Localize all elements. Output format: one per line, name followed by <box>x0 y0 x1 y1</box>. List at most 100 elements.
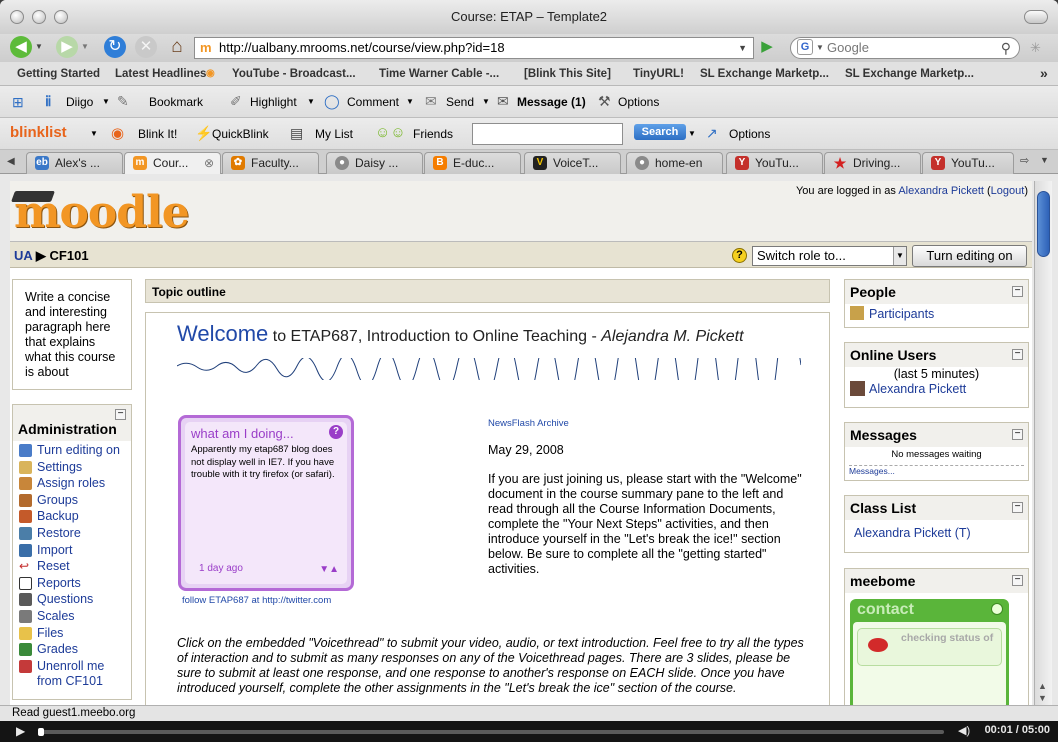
bookmark-item[interactable]: Latest Headlines <box>115 68 206 80</box>
page-scrollbar[interactable]: ▲ ▼ <box>1034 181 1052 705</box>
help-icon[interactable]: ? <box>732 248 747 263</box>
quickblink-button[interactable]: QuickBlink <box>212 127 269 141</box>
all-tabs-dropdown-icon[interactable]: ▼ <box>1040 155 1049 165</box>
sidebar-toggle-icon[interactable]: ⊞ <box>12 94 24 111</box>
back-arrow-icon[interactable]: ◀ <box>10 36 32 58</box>
collapse-block-icon[interactable]: − <box>1012 286 1023 297</box>
newsflash-archive-link[interactable]: NewsFlash Archive <box>488 416 806 431</box>
tab[interactable]: ● home-en <box>626 152 723 174</box>
admin-item-grades[interactable]: Grades <box>13 642 131 659</box>
twitter-follow-link[interactable]: follow ETAP687 at http://twitter.com <box>182 595 331 606</box>
home-icon[interactable]: ⌂ <box>166 36 188 58</box>
tab[interactable]: ● Daisy ... <box>326 152 423 174</box>
class-list-user-link[interactable]: Alexandra Pickett (T) <box>845 520 1028 546</box>
scroll-tabs-left-icon[interactable]: ◀ <box>7 156 15 167</box>
search-engine-icon[interactable]: G <box>797 39 813 55</box>
online-user-link[interactable]: Alexandra Pickett <box>845 381 1028 396</box>
blinklist-logo[interactable]: blinklist <box>10 124 67 141</box>
blinkit-button[interactable]: Blink It! <box>138 127 177 141</box>
volume-icon[interactable]: ◀) <box>958 724 970 737</box>
admin-item-assign-roles[interactable]: Assign roles <box>13 476 131 493</box>
scroll-up-arrow-icon[interactable]: ▲ <box>1038 681 1047 691</box>
tab-active[interactable]: m Cour... ⊗ <box>124 152 221 174</box>
back-history-dropdown-icon[interactable]: ▼ <box>35 42 43 51</box>
collapse-block-icon[interactable]: − <box>115 409 126 420</box>
blinklist-search-input[interactable] <box>472 123 623 145</box>
more-bookmarks-chevron-icon[interactable]: » <box>1040 65 1048 81</box>
admin-item-unenroll[interactable]: Unenroll me from CF101 <box>13 659 131 691</box>
collapse-block-icon[interactable]: − <box>1012 349 1023 360</box>
collapse-block-icon[interactable]: − <box>1012 575 1023 586</box>
admin-item-settings[interactable]: Settings <box>13 460 131 477</box>
search-dropdown-icon[interactable]: ▼ <box>688 129 696 138</box>
media-progress-track[interactable] <box>38 728 944 736</box>
messages-link[interactable]: Messages... <box>849 466 895 476</box>
collapse-block-icon[interactable]: − <box>1012 429 1023 440</box>
diigo-options-button[interactable]: Options <box>618 95 659 109</box>
play-icon[interactable]: ▶ <box>16 724 25 738</box>
bookmark-item[interactable]: YouTube - Broadcast... <box>232 68 356 80</box>
breadcrumb-home-link[interactable]: UA <box>14 248 32 263</box>
bookmark-item[interactable]: SL Exchange Marketp... <box>845 68 974 80</box>
close-tab-icon[interactable]: ⊗ <box>204 153 214 173</box>
bookmark-item[interactable]: TinyURL! <box>633 68 684 80</box>
go-arrow-icon[interactable]: ▶ <box>756 36 778 58</box>
bookmark-item[interactable]: [Blink This Site] <box>524 68 611 80</box>
search-engine-dropdown-icon[interactable]: ▼ <box>816 38 824 58</box>
admin-item-scales[interactable]: Scales <box>13 609 131 626</box>
participants-link[interactable]: Participants <box>845 304 1028 323</box>
diigo-brand[interactable]: Diigo <box>66 95 93 109</box>
scroll-down-arrow-icon[interactable]: ▼ <box>1038 693 1047 703</box>
admin-item-restore[interactable]: Restore <box>13 526 131 543</box>
highlight-dropdown-icon[interactable]: ▼ <box>307 97 315 106</box>
tab[interactable]: ★ Driving... <box>824 152 921 174</box>
diigo-menu-dropdown-icon[interactable]: ▼ <box>102 97 110 106</box>
diigo-comment-button[interactable]: Comment <box>347 95 399 109</box>
close-window-button[interactable] <box>10 10 24 24</box>
blinklist-options-button[interactable]: Options <box>729 127 770 141</box>
tab[interactable]: Y YouTu... <box>922 152 1014 174</box>
diigo-logo-icon[interactable]: ⅱ <box>45 93 51 110</box>
tab[interactable]: eb Alex's ... <box>26 152 123 174</box>
admin-item-reports[interactable]: Reports <box>13 576 131 593</box>
scroll-tabs-right-icon[interactable]: ⇨ <box>1020 154 1029 167</box>
admin-item-backup[interactable]: Backup <box>13 509 131 526</box>
magnifier-icon[interactable]: ⚲ <box>1001 38 1011 58</box>
zoom-window-button[interactable] <box>54 10 68 24</box>
bookmark-item[interactable]: Getting Started <box>17 68 100 80</box>
twitter-help-icon[interactable]: ? <box>329 425 343 439</box>
meebome-widget[interactable]: contact checking status of <box>850 599 1009 705</box>
forward-history-dropdown-icon[interactable]: ▼ <box>81 42 89 51</box>
toolbar-toggle-button[interactable] <box>1024 10 1048 24</box>
url-history-dropdown-icon[interactable]: ▼ <box>738 38 747 58</box>
mylist-button[interactable]: My List <box>315 127 353 141</box>
tab[interactable]: V VoiceT... <box>524 152 621 174</box>
blinklist-search-button[interactable]: Search <box>634 124 686 140</box>
moodle-logo[interactable]: moodle <box>14 187 190 238</box>
bookmark-item[interactable]: SL Exchange Marketp... <box>700 68 829 80</box>
media-progress-handle[interactable] <box>38 728 44 736</box>
admin-item-reset[interactable]: ↩ Reset <box>13 559 131 576</box>
tab[interactable]: ✿ Faculty... <box>222 152 319 174</box>
stop-icon[interactable]: ✕ <box>135 36 157 58</box>
admin-item-import[interactable]: Import <box>13 543 131 560</box>
diigo-send-button[interactable]: Send <box>446 95 474 109</box>
admin-item-files[interactable]: Files <box>13 626 131 643</box>
switch-role-select[interactable]: Switch role to... ▼ <box>752 246 907 266</box>
address-bar[interactable]: m http://ualbany.mrooms.net/course/view.… <box>194 37 754 59</box>
admin-item-turn-editing-on[interactable]: Turn editing on <box>13 443 131 460</box>
scrollbar-thumb[interactable] <box>1037 191 1050 257</box>
diigo-message-button[interactable]: Message (1) <box>517 95 586 109</box>
admin-item-questions[interactable]: Questions <box>13 592 131 609</box>
forward-arrow-icon[interactable]: ▶ <box>56 36 78 58</box>
comment-dropdown-icon[interactable]: ▼ <box>406 97 414 106</box>
admin-item-groups[interactable]: Groups <box>13 493 131 510</box>
twitter-scroll-arrows-icon[interactable]: ▼▲ <box>319 564 339 575</box>
tab[interactable]: B E-duc... <box>424 152 521 174</box>
minimize-window-button[interactable] <box>32 10 46 24</box>
blinklist-dropdown-icon[interactable]: ▼ <box>90 129 98 138</box>
user-link[interactable]: Alexandra Pickett <box>898 185 984 197</box>
bookmark-item[interactable]: Time Warner Cable -... <box>379 68 499 80</box>
search-field[interactable]: G ▼ Google ⚲ <box>790 37 1020 59</box>
reload-icon[interactable]: ↻ <box>104 36 126 58</box>
